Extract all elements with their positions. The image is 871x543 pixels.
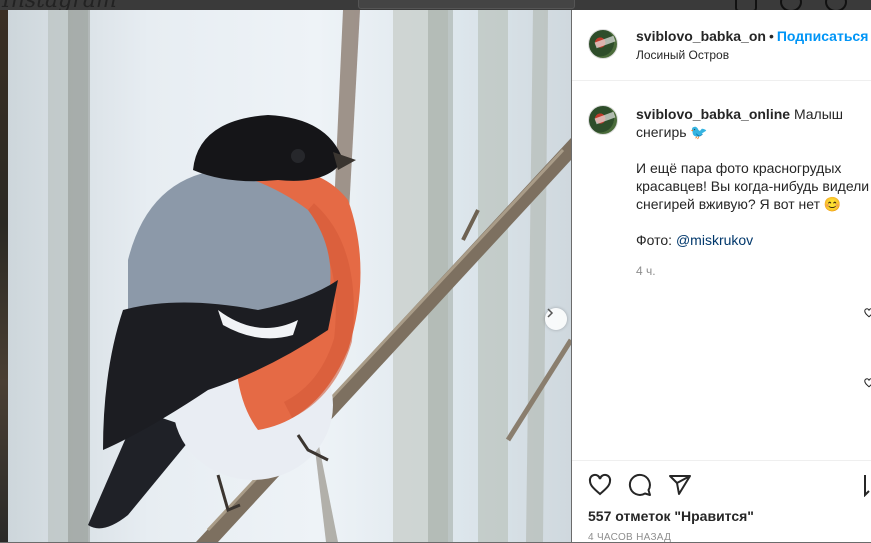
carousel-next-button[interactable] <box>545 308 567 330</box>
background-search <box>358 0 575 9</box>
post-location[interactable]: Лосиный Остров <box>636 48 729 62</box>
chevron-right-icon <box>547 308 554 318</box>
post-side-panel: sviblovo_babka_on • Подписаться Лосиный Ос… <box>572 10 871 543</box>
post-time-ago: 4 ЧАСОВ НАЗАД <box>588 532 672 543</box>
share-icon[interactable] <box>668 473 692 497</box>
background-topbar: Instagram <box>0 0 871 13</box>
photo-credit-label: Фото: <box>636 232 673 248</box>
separator-dot: • <box>768 28 774 44</box>
caption-avatar[interactable] <box>588 105 618 135</box>
background-feed-strip <box>0 10 8 542</box>
comment-icon[interactable] <box>628 473 652 497</box>
caption-second-text: И ещё пара фото красногрудых красавцев! … <box>636 160 870 212</box>
author-username[interactable]: sviblovo_babka_on <box>636 28 766 44</box>
caption-username[interactable]: sviblovo_babka_online <box>636 106 790 122</box>
bullfinch-image <box>48 10 571 542</box>
likes-count[interactable]: 557 отметок "Нравится" <box>588 508 754 524</box>
caption-time: 4 ч. <box>636 264 656 278</box>
post-photo[interactable] <box>8 10 571 542</box>
post-header: sviblovo_babka_on • Подписаться Лосиный Ос… <box>572 10 871 81</box>
follow-button[interactable]: Подписаться <box>777 28 869 44</box>
comment-like-heart-icon[interactable] <box>864 308 871 318</box>
photo-credit: Фото: @miskrukov <box>636 231 871 249</box>
photographer-mention[interactable]: @miskrukov <box>676 232 753 248</box>
heart-icon[interactable] <box>588 473 612 497</box>
bookmark-icon[interactable] <box>864 473 871 497</box>
header-author-line: sviblovo_babka_on • Подписаться <box>636 28 868 44</box>
post-actions: 557 отметок "Нравится" 4 ЧАСОВ НАЗАД <box>572 460 871 543</box>
post-caption: sviblovo_babka_online Малыш снегирь 🐦 И … <box>636 105 871 267</box>
comment-like-heart-icon[interactable] <box>864 378 871 388</box>
author-avatar[interactable] <box>588 29 618 59</box>
